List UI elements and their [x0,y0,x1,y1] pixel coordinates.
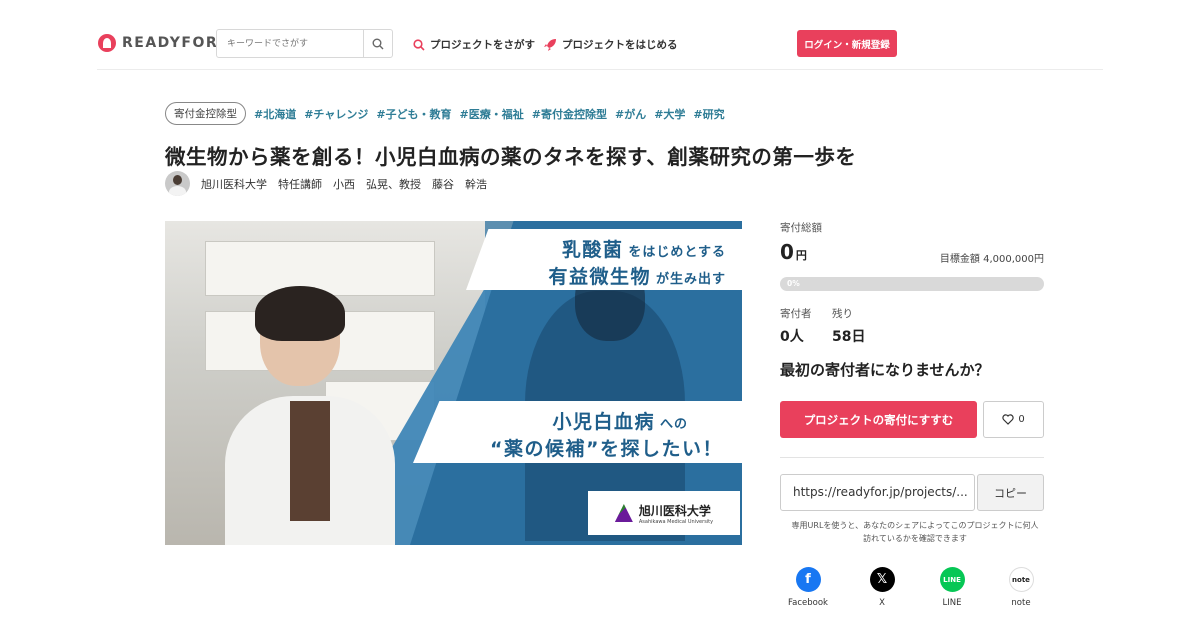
search-input[interactable] [217,30,363,57]
share-line[interactable]: LINE LINE [922,567,982,608]
favorite-button[interactable]: 0 [983,401,1044,438]
tag-link[interactable]: #チャレンジ [304,106,368,122]
tag-link[interactable]: #研究 [693,106,724,122]
nav-start-project[interactable]: プロジェクトをはじめる [543,37,678,52]
tag-link[interactable]: #大学 [654,106,685,122]
first-donor-prompt: 最初の寄付者になりませんか？ [780,361,990,379]
readyfor-logo[interactable]: READYFOR [98,34,218,52]
line-icon: LINE [939,567,965,592]
share-url-note: 専用URLを使うと、あなたのシェアによってこのプロジェクトに何人訪れているかを確… [791,521,1039,543]
donor-count: 寄付者 0人 [780,308,812,345]
share-url-field[interactable]: https://readyfor.jp/projects/... [780,474,975,511]
readyfor-logo-icon [98,34,116,52]
total-label: 寄付総額 [780,222,822,234]
facebook-icon: f [795,567,821,592]
progress-text: 0% [787,279,800,288]
divider [780,457,1044,458]
researcher-photo [225,286,395,545]
share-x[interactable]: 𝕏 X [852,567,912,608]
university-emblem-icon [614,504,633,522]
share-facebook[interactable]: f Facebook [778,567,838,608]
owner-avatar [165,171,190,196]
tag-link[interactable]: #北海道 [254,106,296,122]
copy-url-button[interactable]: コピー [977,474,1044,511]
tag-link[interactable]: #寄付金控除型 [532,106,607,122]
total-amount: 0円 [780,240,807,264]
tax-deduction-badge: 寄付金控除型 [165,102,246,125]
search-box [216,29,393,58]
share-note[interactable]: note note [991,567,1051,608]
search-icon [372,38,384,49]
tag-list: 寄付金控除型 #北海道 #チャレンジ #子ども・教育 #医療・福祉 #寄付金控除… [165,102,725,125]
university-logo: 旭川医科大学 Asahikawa Medical University [588,491,740,535]
tag-link[interactable]: #医療・福祉 [460,106,524,122]
days-remaining: 残り 58日 [832,308,866,345]
hero-banner-top: 乳酸菌 をはじめとする 有益微生物 が生み出す [466,229,742,290]
share-buttons: f Facebook 𝕏 X LINE LINE note note [780,567,1044,612]
project-hero-image: 乳酸菌 をはじめとする 有益微生物 が生み出す 小児白血病 への “薬の候補”を探した… [165,221,742,545]
tag-link[interactable]: #がん [615,106,646,122]
heart-icon [1002,414,1014,425]
donate-button[interactable]: プロジェクトの寄付にすすむ [780,401,977,438]
login-register-button[interactable]: ログイン・新規登録 [797,30,897,57]
note-icon: note [1008,567,1034,592]
nav-find-projects[interactable]: プロジェクトをさがす [413,37,535,52]
tag-link[interactable]: #子ども・教育 [376,106,451,122]
progress-bar: 0% [780,277,1044,291]
search-icon [413,38,425,51]
search-button[interactable] [363,30,392,57]
x-icon: 𝕏 [869,567,895,592]
project-owner[interactable]: 旭川医科大学 特任講師 小西 弘晃、教授 藤谷 幹浩 [165,171,487,196]
hero-banner-bottom: 小児白血病 への “薬の候補”を探したい！ [413,401,742,463]
rocket-icon [544,38,556,51]
project-title: 微生物から薬を創る！小児白血病の薬のタネを探す、創薬研究の第一歩を [165,145,857,169]
funding-panel: 寄付総額 0円 目標金額 4,000,000円 0% 寄付者 0人 残り 58日… [780,220,1044,608]
owner-name: 旭川医科大学 特任講師 小西 弘晃、教授 藤谷 幹浩 [201,177,487,191]
goal-amount: 目標金額 4,000,000円 [939,254,1044,265]
favorite-count: 0 [1018,414,1025,425]
